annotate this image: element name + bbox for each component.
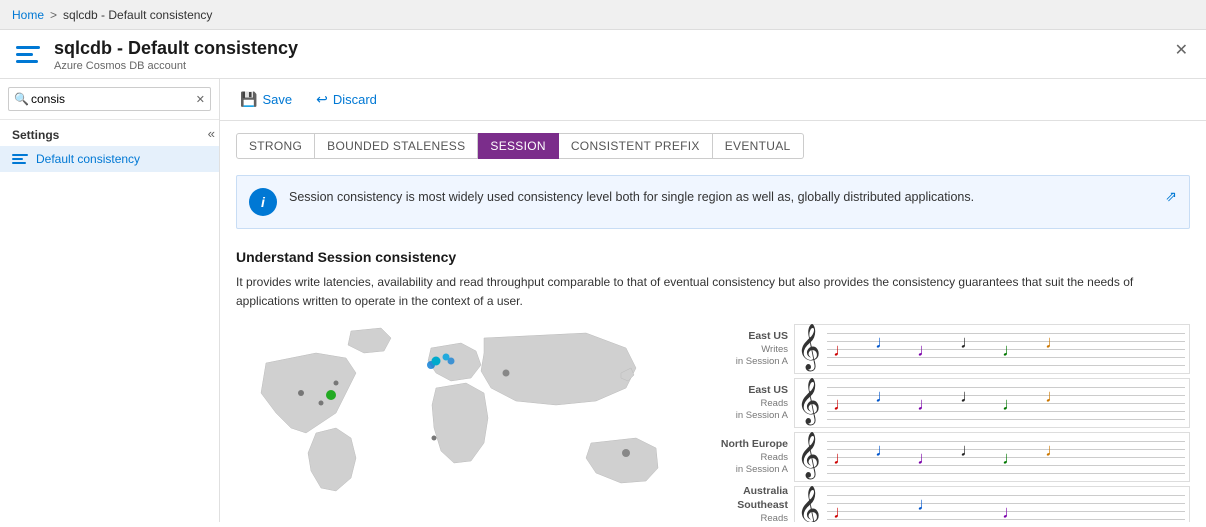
page-title: sqlcdb - Default consistency [54,38,298,59]
save-icon: 💾 [240,91,257,108]
discard-icon: ↩ [316,91,328,108]
content-description: Understand Session consistency It provid… [220,237,1206,319]
search-clear-button[interactable]: ✕ [196,93,205,106]
staff-container-1: 𝄞 ♩ ♩ ♩ ♩ ♩ ♩ [794,378,1190,428]
staff-label-2: North EuropeReadsin Session A [704,438,794,476]
header-left: sqlcdb - Default consistency Azure Cosmo… [12,38,298,72]
consistency-tab-eventual[interactable]: EVENTUAL [713,133,804,159]
world-map [236,323,696,522]
description-heading: Understand Session consistency [236,249,1190,265]
note-1-4: ♩ [1002,395,1020,413]
staff-label-3: Australia SoutheastReadsin Session B [704,485,794,522]
note-2-0: ♩ [833,449,851,467]
sidebar-section-settings: Settings [0,120,219,146]
treble-clef-3: 𝄞 [797,489,821,522]
note-2-1: ♩ [875,441,893,459]
note-1-0: ♩ [833,395,851,413]
sidebar: 🔍 ✕ « Settings Default consistency [0,79,220,522]
discard-label: Discard [333,92,377,107]
consistency-tab-strong[interactable]: STRONG [236,133,315,159]
page-header: sqlcdb - Default consistency Azure Cosmo… [0,30,1206,79]
note-1-3: ♩ [960,387,978,405]
external-link-icon[interactable]: ⇗ [1165,188,1177,205]
note-2-5: ♩ [1045,441,1063,459]
breadcrumb-home[interactable]: Home [12,8,44,22]
discard-button[interactable]: ↩ Discard [312,89,381,110]
staff-container-3: 𝄞 ♩ ♩ ♩ [794,486,1190,522]
sidebar-item-label: Default consistency [36,152,140,166]
search-icon: 🔍 [14,92,29,106]
note-0-3: ♩ [960,333,978,351]
header-title-group: sqlcdb - Default consistency Azure Cosmo… [54,38,298,72]
toolbar: 💾 Save ↩ Discard [220,79,1206,121]
breadcrumb-current: sqlcdb - Default consistency [63,8,212,22]
note-1-2: ♩ [917,395,935,413]
save-button[interactable]: 💾 Save [236,89,296,110]
consistency-icon [12,154,28,164]
note-0-1: ♩ [875,333,893,351]
close-button[interactable]: ✕ [1169,38,1194,62]
staff-row-2: North EuropeReadsin Session A𝄞 ♩ ♩ ♩ ♩ ♩ ♩ [704,431,1190,483]
breadcrumb-separator: > [50,8,57,22]
note-0-2: ♩ [917,341,935,359]
staff-label-1: East USReadsin Session A [704,384,794,422]
treble-clef-0: 𝄞 [797,327,821,367]
note-2-2: ♩ [917,449,935,467]
consistency-tab-bounded-staleness[interactable]: BOUNDED STALENESS [315,133,478,159]
note-1-1: ♩ [875,387,893,405]
page-subtitle: Azure Cosmos DB account [54,60,298,72]
consistency-tab-session[interactable]: SESSION [478,133,558,159]
staff-row-3: Australia SoutheastReadsin Session B𝄞 ♩ ♩ ♩ [704,485,1190,522]
note-0-0: ♩ [833,341,851,359]
cosmos-db-icon [12,38,44,70]
note-2-4: ♩ [1002,449,1020,467]
consistency-tab-consistent-prefix[interactable]: CONSISTENT PREFIX [559,133,713,159]
treble-clef-1: 𝄞 [797,381,821,421]
content-area: 💾 Save ↩ Discard STRONGBOUNDED STALENESS… [220,79,1206,522]
info-text: Session consistency is most widely used … [289,188,1153,207]
info-box: i Session consistency is most widely use… [236,175,1190,229]
note-0-5: ♩ [1045,333,1063,351]
search-input[interactable] [8,87,211,111]
viz-area: East USWritesin Session A𝄞♩♩♩♩♩♩East USR… [220,319,1206,522]
treble-clef-2: 𝄞 [797,435,821,475]
note-0-4: ♩ [1002,341,1020,359]
breadcrumb-bar: Home > sqlcdb - Default consistency [0,0,1206,30]
main-layout: 🔍 ✕ « Settings Default consistency 💾 Sav… [0,79,1206,522]
staff-row-0: East USWritesin Session A𝄞 ♩ ♩ ♩ ♩ ♩ ♩ [704,323,1190,375]
save-label: Save [262,92,292,107]
sidebar-collapse-button[interactable]: « [208,126,215,141]
consistency-tabs: STRONGBOUNDED STALENESSSESSIONCONSISTENT… [220,121,1206,167]
note-1-5: ♩ [1045,387,1063,405]
note-3-1: ♩ [917,495,935,513]
description-body: It provides write latencies, availabilit… [236,273,1190,311]
note-3-0: ♩ [833,503,851,521]
staff-container-2: 𝄞 ♩ ♩ ♩ ♩ ♩ ♩ [794,432,1190,482]
note-3-2: ♩ [1002,503,1020,521]
info-icon: i [249,188,277,216]
staff-row-1: East USReadsin Session A𝄞 ♩ ♩ ♩ ♩ ♩ ♩ [704,377,1190,429]
note-2-3: ♩ [960,441,978,459]
staff-container-0: 𝄞 ♩ ♩ ♩ ♩ ♩ ♩ [794,324,1190,374]
music-staffs: East USWritesin Session A𝄞♩♩♩♩♩♩East USR… [704,323,1190,522]
search-box: 🔍 ✕ [0,79,219,120]
sidebar-item-default-consistency[interactable]: Default consistency [0,146,219,172]
staff-label-0: East USWritesin Session A [704,330,794,368]
